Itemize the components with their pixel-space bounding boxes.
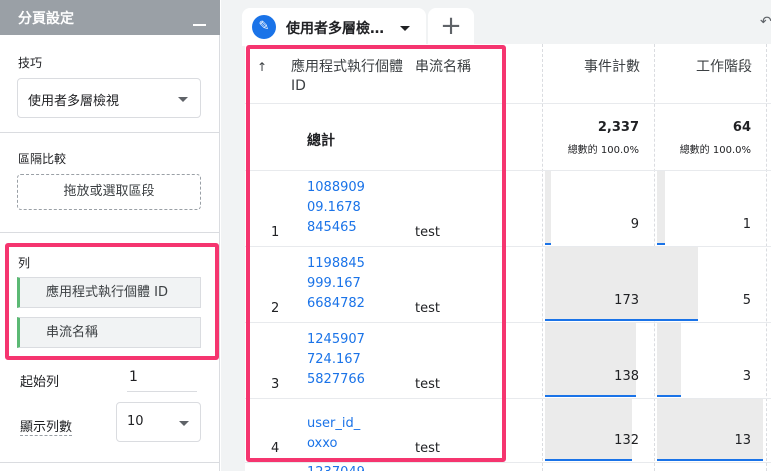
event-count-cell: 173 (614, 293, 639, 308)
event-count-cell: 132 (614, 433, 639, 448)
undo-icon[interactable]: ↶ (760, 14, 771, 30)
event-count-bar-bg (545, 399, 632, 461)
sessions-cell: 3 (742, 369, 751, 384)
event-count-bar (545, 243, 551, 245)
sessions-cell: 5 (742, 293, 751, 308)
segment-dropzone[interactable]: 拖放或選取區段 (17, 174, 201, 210)
segment-label: 區隔比較 (18, 152, 67, 166)
collapse-icon[interactable] (193, 24, 206, 26)
sessions-bar-bg (657, 171, 665, 245)
event-count-cell: 9 (630, 217, 639, 232)
total-event-count: 2,337 (597, 120, 639, 135)
sessions-bar (657, 459, 763, 461)
event-count-bar (545, 395, 636, 397)
sessions-bar (657, 395, 681, 397)
chevron-down-icon (179, 421, 189, 426)
event-count-bar-bg (545, 171, 551, 245)
event-count-cell: 138 (614, 369, 639, 384)
technique-value: 使用者多層檢視 (28, 94, 120, 109)
column-header-sessions[interactable]: 工作階段 (696, 58, 752, 77)
column-header-event-count[interactable]: 事件計數 (584, 58, 640, 77)
sessions-bar (657, 319, 698, 321)
total-event-pct: 總數的 100.0% (567, 145, 639, 156)
show-rows-label: 顯示列數 (20, 416, 73, 436)
panel-title: 分頁設定 (18, 11, 74, 27)
highlight-box-dimensions (246, 45, 506, 462)
show-rows-select[interactable]: 10 (116, 402, 201, 442)
sessions-cell: 13 (734, 433, 751, 448)
sessions-bar-bg (657, 323, 681, 397)
chevron-down-icon[interactable] (400, 26, 410, 31)
sessions-cell: 1 (742, 217, 751, 232)
settings-panel: 分頁設定 技巧 使用者多層檢視 區隔比較 拖放或選取區段 列 應用程式執行個體 … (0, 0, 220, 471)
chevron-down-icon (178, 97, 188, 102)
sessions-bar (657, 243, 665, 245)
start-row-input[interactable]: 1 (127, 366, 197, 392)
highlight-box-rows (5, 243, 219, 360)
event-count-bar (545, 319, 660, 321)
panel-gutter (221, 0, 245, 471)
total-sessions-pct: 總數的 100.0% (679, 145, 751, 156)
tab-label: 使用者多層檢… (286, 21, 384, 37)
total-sessions: 64 (732, 120, 751, 135)
show-rows-value: 10 (127, 414, 144, 429)
sessions-bar-bg (657, 399, 763, 461)
start-row-label: 起始列 (20, 375, 60, 390)
event-count-bar-bg (545, 323, 636, 397)
sessions-bar-bg (657, 247, 698, 321)
panel-header: 分頁設定 (0, 0, 220, 35)
technique-label: 技巧 (18, 56, 43, 70)
add-tab-button[interactable]: + (428, 8, 474, 46)
tab-user-explorer[interactable]: ✎ 使用者多層檢… (242, 8, 426, 46)
technique-select[interactable]: 使用者多層檢視 (17, 78, 201, 118)
table-row-partial-id[interactable]: 1237049 (307, 463, 377, 471)
event-count-bar-bg (545, 247, 660, 321)
pencil-icon: ✎ (252, 15, 276, 39)
event-count-bar (545, 459, 632, 461)
